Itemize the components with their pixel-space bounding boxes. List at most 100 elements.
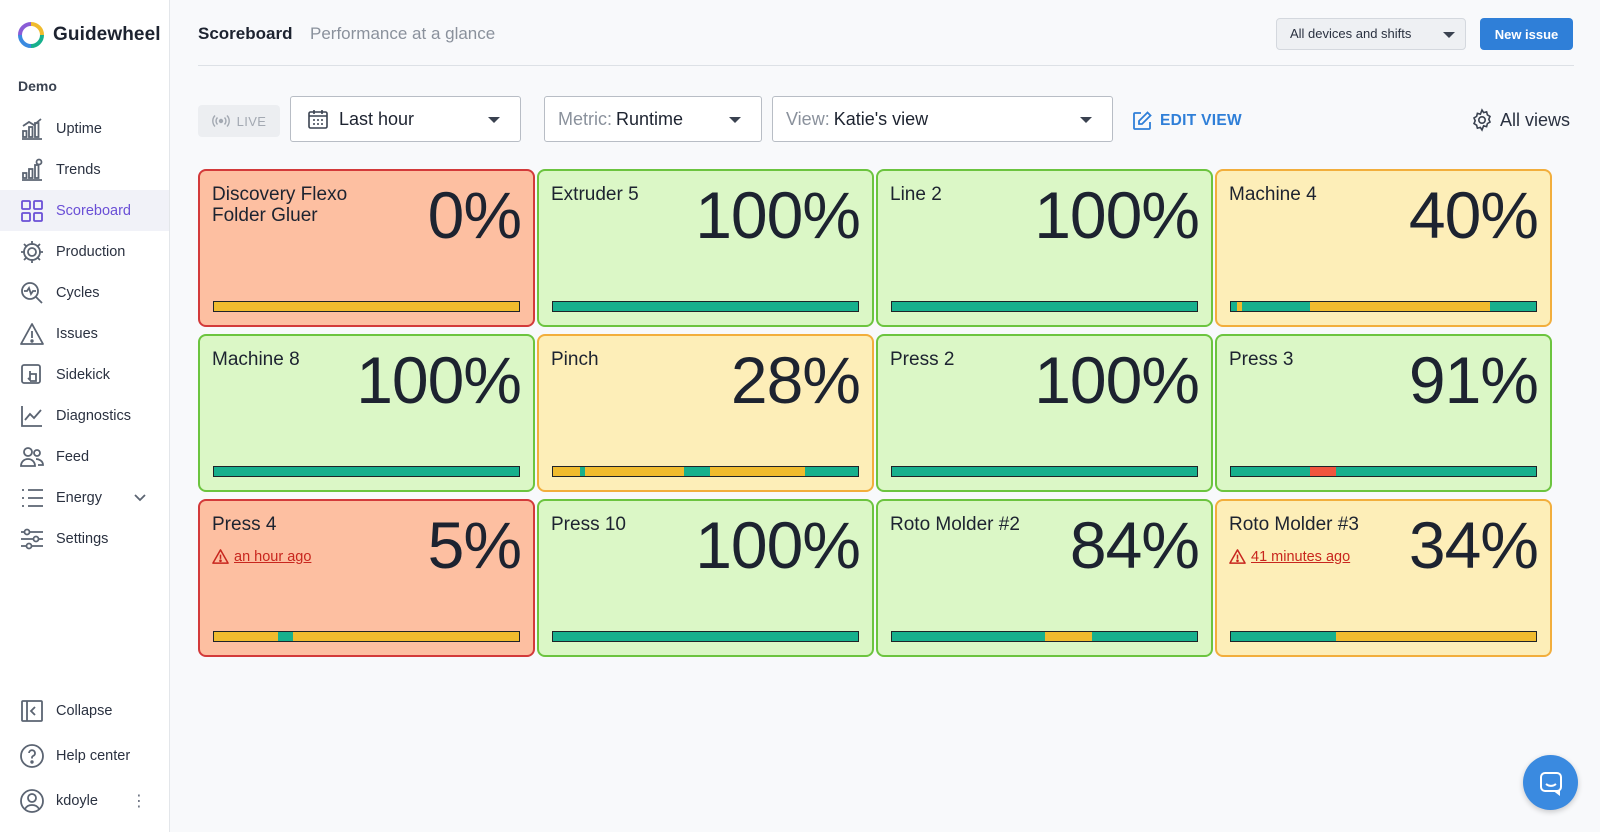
sidebar-item-energy[interactable]: Energy xyxy=(0,477,169,518)
all-views-button[interactable]: All views xyxy=(1470,108,1570,132)
sidebar-item-cycles[interactable]: Cycles xyxy=(0,272,169,313)
device-shift-select[interactable]: All devices and shifts xyxy=(1276,18,1466,50)
issue-alert-link[interactable]: an hour ago xyxy=(212,548,311,565)
sidebar-item-scoreboard[interactable]: Scoreboard xyxy=(0,190,169,231)
timeline-segment-run xyxy=(214,467,519,476)
machine-card[interactable]: Line 2 100% xyxy=(876,169,1213,327)
collapse-button[interactable]: Collapse xyxy=(0,688,169,733)
machine-card[interactable]: Press 3 91% xyxy=(1215,334,1552,492)
runtime-timeline-bar xyxy=(891,631,1198,642)
caret-down-icon xyxy=(729,117,741,123)
trends-icon xyxy=(18,156,46,184)
machine-metric-value: 84% xyxy=(1069,508,1200,582)
view-label: View: xyxy=(786,108,830,129)
user-menu[interactable]: kdoyle ⋮ xyxy=(0,778,169,823)
machine-card[interactable]: Press 4 5% an hour ago xyxy=(198,499,535,657)
machine-card[interactable]: Extruder 5 100% xyxy=(537,169,874,327)
sidebar-item-settings[interactable]: Settings xyxy=(0,518,169,559)
timeline-segment-idle xyxy=(1044,632,1092,641)
machine-metric-value: 0% xyxy=(427,178,522,252)
machine-card[interactable]: Roto Molder #2 84% xyxy=(876,499,1213,657)
chevron-down-icon[interactable] xyxy=(133,491,147,505)
runtime-timeline-bar xyxy=(891,301,1198,312)
timeline-segment-run xyxy=(804,467,858,476)
machine-card[interactable]: Press 10 100% xyxy=(537,499,874,657)
machine-metric-value: 28% xyxy=(730,343,861,417)
machine-metric-value: 100% xyxy=(1034,178,1200,252)
timeline-segment-run xyxy=(1336,467,1536,476)
timeline-segment-idle xyxy=(214,302,519,311)
sidebar-item-label: Production xyxy=(56,243,126,260)
page-subtitle: Performance at a glance xyxy=(310,24,496,43)
runtime-timeline-bar xyxy=(213,466,520,477)
machine-name: Press 3 xyxy=(1229,349,1294,370)
timeline-segment-run xyxy=(1091,632,1197,641)
machine-card[interactable]: Pinch 28% xyxy=(537,334,874,492)
sidebar-item-label: Settings xyxy=(56,530,109,547)
issue-alert-time: 41 minutes ago xyxy=(1251,548,1351,565)
machine-card[interactable]: Machine 4 40% xyxy=(1215,169,1552,327)
sidebar-item-label: Diagnostics xyxy=(56,407,131,424)
sliders-icon xyxy=(18,525,46,553)
machine-name: Press 4 xyxy=(212,514,277,535)
help-icon xyxy=(18,742,46,770)
machine-card[interactable]: Roto Molder #3 34% 41 minutes ago xyxy=(1215,499,1552,657)
timeline-segment-idle xyxy=(293,632,519,641)
sidebar-item-issues[interactable]: Issues xyxy=(0,313,169,354)
warning-icon xyxy=(212,549,229,564)
machine-card[interactable]: Press 2 100% xyxy=(876,334,1213,492)
chat-support-button[interactable] xyxy=(1523,755,1578,810)
runtime-timeline-bar xyxy=(213,301,520,312)
runtime-timeline-bar xyxy=(552,301,859,312)
edit-view-label: EDIT VIEW xyxy=(1160,112,1242,129)
magnifier-pulse-icon xyxy=(18,279,46,307)
avatar-icon xyxy=(18,787,46,815)
issue-alert-link[interactable]: 41 minutes ago xyxy=(1229,548,1350,565)
time-range-select[interactable]: Last hour xyxy=(290,96,521,142)
timeline-segment-idle xyxy=(1310,302,1491,311)
sidebar-item-label: Feed xyxy=(56,448,90,465)
touch-icon xyxy=(18,361,46,389)
sidebar-item-trends[interactable]: Trends xyxy=(0,149,169,190)
timeline-segment-down xyxy=(1310,467,1337,476)
edit-view-button[interactable]: EDIT VIEW xyxy=(1131,110,1242,132)
users-icon xyxy=(18,443,46,471)
sidebar-item-uptime[interactable]: Uptime xyxy=(0,108,169,149)
machine-name: Pinch xyxy=(551,349,599,370)
help-center-link[interactable]: Help center xyxy=(0,733,169,778)
view-select[interactable]: View: Katie's view xyxy=(772,96,1113,142)
sidebar-item-sidekick[interactable]: Sidekick xyxy=(0,354,169,395)
kebab-menu-icon[interactable]: ⋮ xyxy=(131,791,147,811)
machine-name: Roto Molder #2 xyxy=(890,514,1020,535)
machine-card[interactable]: Machine 8 100% xyxy=(198,334,535,492)
sidebar-item-diagnostics[interactable]: Diagnostics xyxy=(0,395,169,436)
page-title: Scoreboard xyxy=(198,24,293,43)
sidebar-item-label: Sidekick xyxy=(56,366,110,383)
live-toggle[interactable]: LIVE xyxy=(198,105,280,137)
collapse-icon xyxy=(18,697,46,725)
gear-icon xyxy=(18,238,46,266)
sidebar-item-label: Uptime xyxy=(56,120,102,137)
machine-metric-value: 100% xyxy=(695,508,861,582)
page-header: Scoreboard Performance at a glance All d… xyxy=(198,0,1574,66)
runtime-timeline-bar xyxy=(1230,631,1537,642)
metric-select[interactable]: Metric: Runtime xyxy=(544,96,762,142)
sidebar-item-label: Energy xyxy=(56,489,102,506)
help-center-label: Help center xyxy=(56,747,131,764)
machine-card[interactable]: Discovery Flexo Folder Gluer 0% xyxy=(198,169,535,327)
sidebar-item-production[interactable]: Production xyxy=(0,231,169,272)
calendar-icon xyxy=(308,110,328,129)
new-issue-button[interactable]: New issue xyxy=(1480,18,1573,50)
metric-label: Metric: xyxy=(558,108,612,129)
machine-metric-value: 100% xyxy=(356,343,522,417)
brand-name: Guidewheel xyxy=(53,24,161,45)
grid-icon xyxy=(18,197,46,225)
timeline-segment-run xyxy=(1241,302,1311,311)
timeline-segment-run xyxy=(1490,302,1536,311)
sidebar-item-label: Scoreboard xyxy=(56,202,131,219)
caret-down-icon xyxy=(1443,32,1455,38)
timeline-segment-run xyxy=(1231,467,1311,476)
timeline-segment-idle xyxy=(585,467,685,476)
sidebar-item-feed[interactable]: Feed xyxy=(0,436,169,477)
brand[interactable]: Guidewheel xyxy=(18,22,161,48)
